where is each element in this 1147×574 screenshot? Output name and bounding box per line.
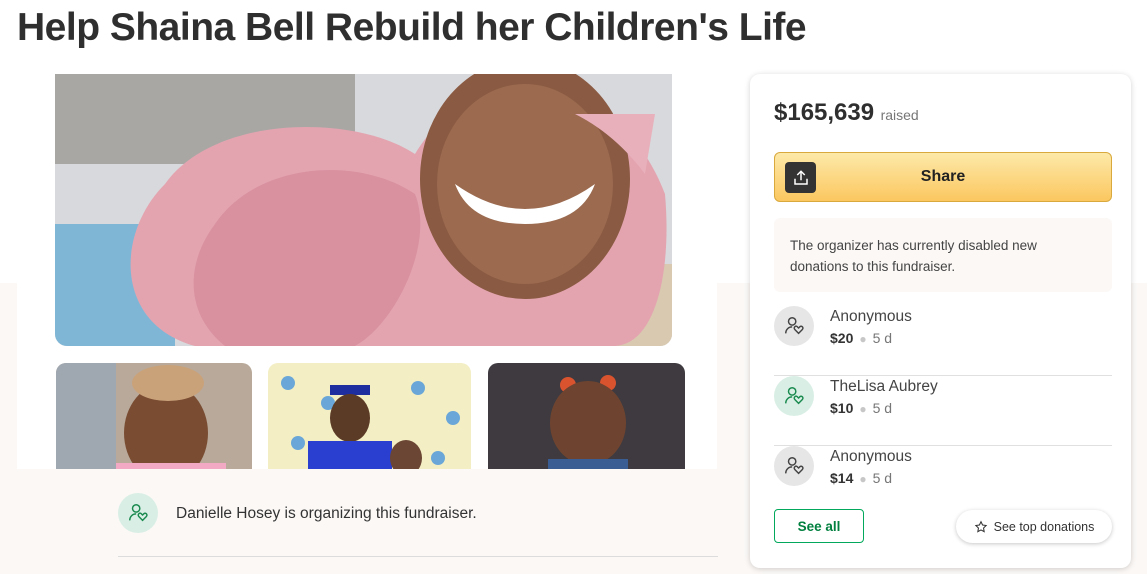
amount-raised: $165,639 raised <box>774 99 919 127</box>
donation-item: TheLisa Aubrey $10 ● 5 d <box>774 376 1112 446</box>
donor-name: TheLisa Aubrey <box>830 378 938 395</box>
see-top-donations-label: See top donations <box>993 519 1095 534</box>
organizer-text: Danielle Hosey is organizing this fundra… <box>176 505 477 522</box>
donation-item: Anonymous $14 ● 5 d <box>774 446 1112 516</box>
page-title: Help Shaina Bell Rebuild her Children's … <box>17 6 807 49</box>
donations-disabled-notice: The organizer has currently disabled new… <box>774 218 1112 292</box>
see-all-button[interactable]: See all <box>774 509 864 543</box>
donor-heart-icon <box>774 306 814 346</box>
photo-collage[interactable] <box>17 74 717 469</box>
share-button-label: Share <box>920 168 966 185</box>
photo-thumbnail-1[interactable] <box>56 363 252 469</box>
separator-dot: ● <box>859 472 867 486</box>
donation-amount: $10 <box>830 400 854 416</box>
donor-heart-icon <box>774 446 814 486</box>
donor-name: Anonymous <box>830 308 912 325</box>
separator-dot: ● <box>859 402 867 416</box>
photo-thumbnail-2[interactable] <box>268 363 471 469</box>
main-photo[interactable] <box>55 74 672 346</box>
star-outline-icon <box>974 520 987 533</box>
donation-amount: $20 <box>830 330 854 346</box>
donation-time: 5 d <box>872 400 893 416</box>
amount-value: $165,639 <box>774 99 875 126</box>
separator-dot: ● <box>859 332 867 346</box>
organizer-row: Danielle Hosey is organizing this fundra… <box>118 493 718 557</box>
donation-time: 5 d <box>872 470 893 486</box>
donation-item: Anonymous $20 ● 5 d <box>774 306 1112 376</box>
donation-amount: $14 <box>830 470 854 486</box>
donor-name: Anonymous <box>830 448 912 465</box>
donor-heart-icon <box>118 493 158 533</box>
donor-heart-icon <box>774 376 814 416</box>
donation-time: 5 d <box>872 330 893 346</box>
donation-sidebar-card: $165,639 raised Share The organizer has … <box>750 74 1131 568</box>
amount-label: raised <box>880 107 919 123</box>
share-upload-icon <box>785 162 816 193</box>
see-top-donations-button[interactable]: See top donations <box>956 510 1112 543</box>
share-button[interactable]: Share <box>774 152 1112 202</box>
photo-thumbnail-3[interactable] <box>488 363 685 469</box>
